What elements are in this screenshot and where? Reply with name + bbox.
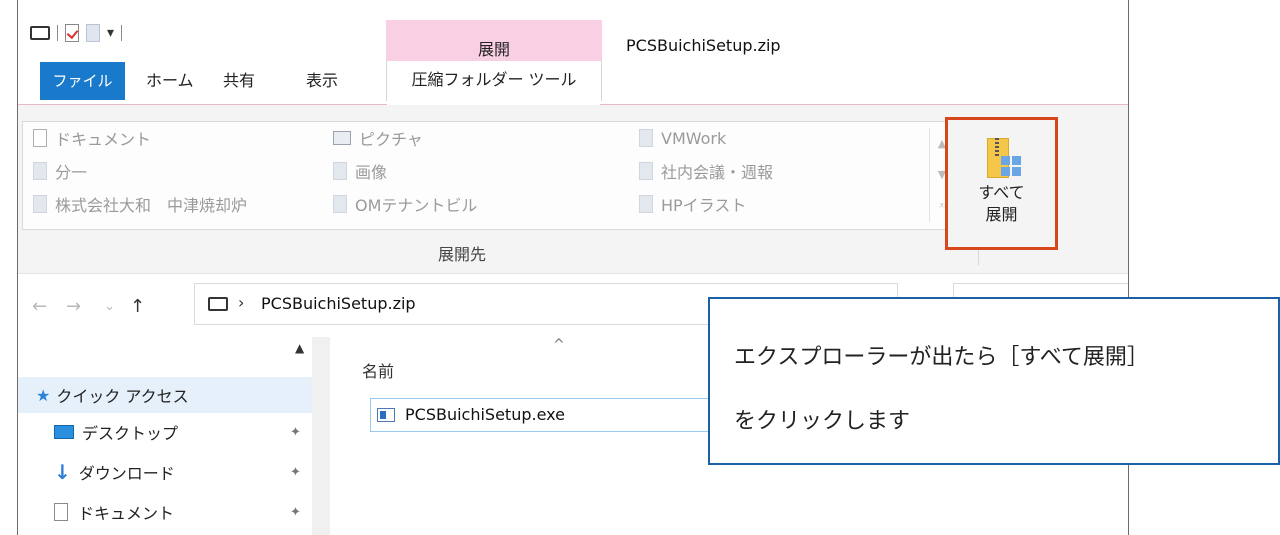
- pin-icon[interactable]: ✦: [290, 505, 301, 520]
- up-arrow-icon[interactable]: ↑: [130, 296, 145, 317]
- ribbon-tabs: ファイル ホーム 共有 表示 圧縮フォルダー ツール: [18, 61, 1128, 101]
- forward-arrow-icon[interactable]: →: [66, 296, 81, 317]
- tab-file[interactable]: ファイル: [40, 62, 125, 100]
- destination-item[interactable]: OMテナントビル: [333, 190, 477, 218]
- zip-folder-icon: [987, 138, 1021, 180]
- sidebar-item-label: ドキュメント: [78, 504, 175, 523]
- download-icon: ↓: [54, 460, 71, 484]
- new-folder-icon[interactable]: [86, 24, 100, 42]
- sidebar-item-label: クイック アクセス: [56, 387, 189, 406]
- zip-zipper: [995, 138, 999, 156]
- destination-item[interactable]: 社内会議・週報: [639, 157, 773, 185]
- folder-icon: [333, 195, 347, 213]
- destination-label: ピクチャ: [359, 130, 423, 149]
- sort-ascending-icon: ^: [553, 337, 565, 353]
- destination-label: 画像: [355, 163, 388, 182]
- sidebar-item-label: デスクトップ: [82, 424, 179, 443]
- destination-item[interactable]: 株式会社大和 中津焼却炉: [33, 190, 247, 218]
- destination-item[interactable]: VMWork: [639, 124, 726, 152]
- title-bar: ▾ 展開 PCSBuichiSetup.zip: [18, 0, 1128, 77]
- address-path: PCSBuichiSetup.zip: [261, 294, 416, 313]
- column-header-name[interactable]: 名前: [362, 358, 394, 382]
- destination-label: ドキュメント: [55, 130, 152, 149]
- file-row[interactable]: PCSBuichiSetup.exe: [370, 398, 710, 432]
- tab-view[interactable]: 表示: [306, 62, 338, 100]
- extract-all-label: すべて 展開: [948, 182, 1055, 226]
- sidebar-item-label: ダウンロード: [78, 464, 175, 483]
- breadcrumb-chevron-icon[interactable]: ›: [238, 293, 244, 312]
- callout-line-1: エクスプローラーが出たら［すべて展開］: [734, 345, 1149, 370]
- destination-label: HPイラスト: [661, 196, 747, 215]
- extract-to-group-label: 展開先: [438, 245, 487, 264]
- callout-line-2: をクリックします: [734, 409, 911, 434]
- destination-label: 分一: [55, 163, 88, 182]
- sidebar-item-quick-access[interactable]: ★ クイック アクセス: [18, 377, 312, 413]
- destination-label: 社内会議・週報: [661, 163, 774, 182]
- document-icon: [33, 129, 47, 147]
- back-arrow-icon[interactable]: ←: [32, 296, 47, 317]
- context-tab-header-label: 展開: [477, 40, 510, 59]
- pin-icon[interactable]: ✦: [290, 465, 301, 480]
- recent-locations-icon[interactable]: ⌄: [104, 299, 115, 314]
- desktop-icon: [54, 425, 74, 439]
- folder-icon: [639, 162, 653, 180]
- destination-item[interactable]: 分一: [33, 157, 87, 185]
- extract-all-label-line2: 展開: [985, 205, 1018, 224]
- sidebar-item-desktop[interactable]: デスクトップ ✦: [18, 414, 312, 450]
- quick-access-toolbar: ▾: [30, 22, 123, 44]
- properties-icon[interactable]: [65, 24, 79, 42]
- toolbar-divider: [57, 25, 58, 41]
- document-icon: [54, 503, 68, 521]
- destination-item[interactable]: ドキュメント: [33, 124, 151, 152]
- tab-home[interactable]: ホーム: [146, 62, 194, 100]
- destination-label: 株式会社大和 中津焼却炉: [55, 196, 248, 215]
- tab-compressed-folder-tools[interactable]: 圧縮フォルダー ツール: [386, 61, 602, 101]
- folder-icon: [639, 195, 653, 213]
- drive-icon: [208, 297, 228, 311]
- destination-item[interactable]: HPイラスト: [639, 190, 746, 218]
- destination-label: VMWork: [661, 128, 727, 148]
- pictures-icon: [333, 131, 351, 145]
- folder-icon: [333, 162, 347, 180]
- navigation-pane: ▲ ★ クイック アクセス デスクトップ ✦ ↓ ダウンロード ✦ ドキュメント…: [18, 337, 330, 535]
- folder-icon: [639, 129, 653, 147]
- exe-icon: [377, 408, 395, 422]
- extract-grid: [1001, 156, 1021, 176]
- toolbar-divider: [121, 25, 123, 41]
- tab-share[interactable]: 共有: [223, 62, 255, 100]
- folder-icon: [33, 162, 47, 180]
- destination-item[interactable]: 画像: [333, 157, 387, 185]
- destination-label: OMテナントビル: [355, 196, 478, 215]
- destination-gallery: ドキュメント 分一 株式会社大和 中津焼却炉 ピクチャ 画像 OMテナントビル …: [22, 121, 970, 230]
- extract-all-button[interactable]: すべて 展開: [945, 117, 1058, 250]
- star-icon: ★: [36, 385, 51, 405]
- sidebar-item-documents[interactable]: ドキュメント ✦: [18, 494, 312, 530]
- customize-toolbar-icon[interactable]: ▾: [107, 25, 114, 41]
- sidebar-scrollbar[interactable]: [312, 337, 330, 535]
- pin-icon[interactable]: ✦: [290, 425, 301, 440]
- destination-item[interactable]: ピクチャ: [333, 124, 423, 152]
- folder-icon: [33, 195, 47, 213]
- instruction-callout: エクスプローラーが出たら［すべて展開］ をクリックします: [708, 297, 1280, 465]
- extract-all-label-line1: すべて: [978, 183, 1025, 202]
- sidebar-scroll-up-icon[interactable]: ▲: [295, 341, 304, 355]
- window-title: PCSBuichiSetup.zip: [626, 36, 781, 55]
- file-name: PCSBuichiSetup.exe: [405, 405, 565, 424]
- drive-icon: [30, 26, 50, 40]
- sidebar-item-downloads[interactable]: ↓ ダウンロード ✦: [18, 454, 312, 490]
